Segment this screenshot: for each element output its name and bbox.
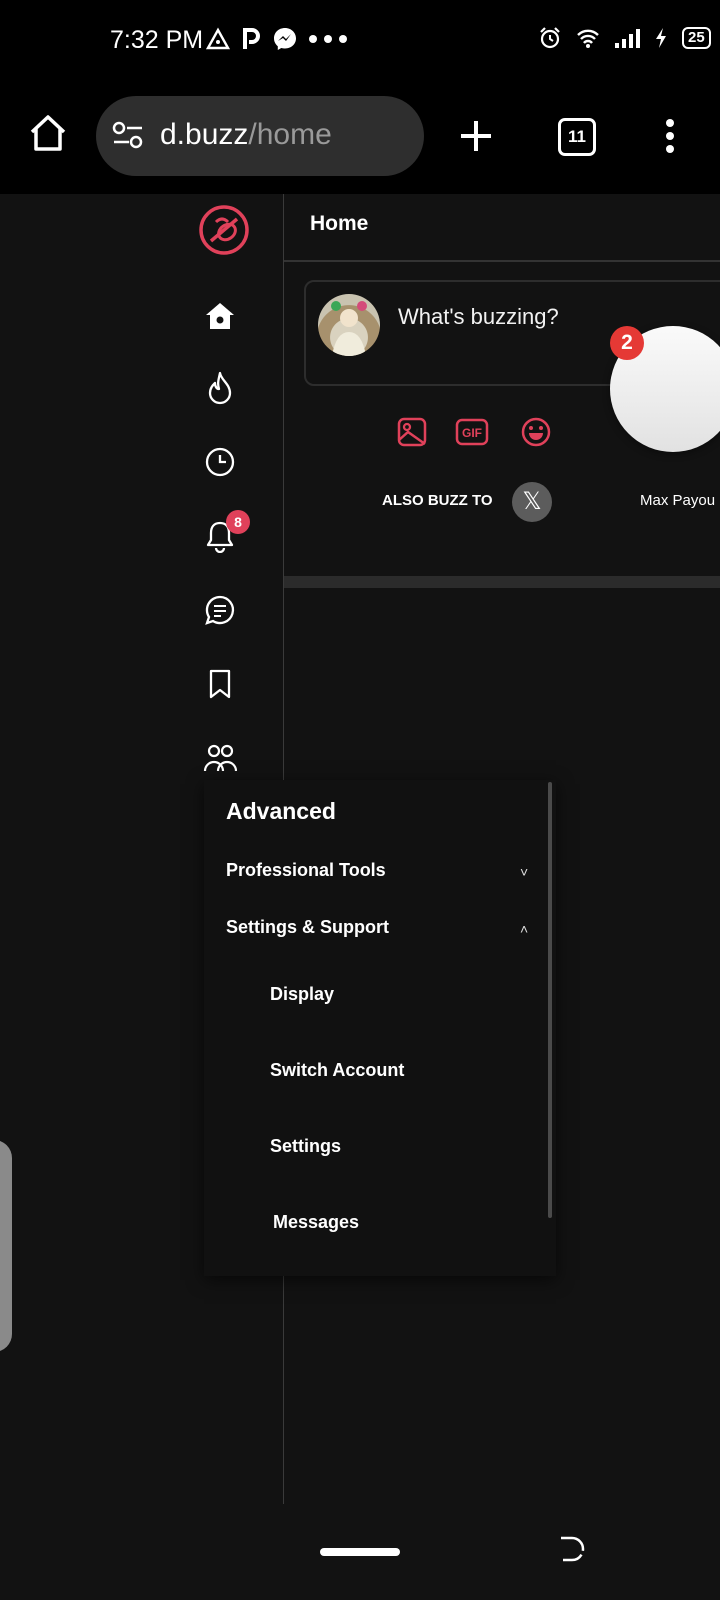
- kebab-menu-icon: [666, 119, 674, 153]
- image-icon: [397, 417, 427, 447]
- browser-menu-button[interactable]: [664, 118, 676, 159]
- menu-section-label: Settings & Support: [226, 917, 389, 937]
- sidebar-home[interactable]: [196, 292, 244, 340]
- triangle-app-icon: [206, 27, 230, 50]
- add-emoji-button[interactable]: [518, 414, 554, 450]
- users-icon: [203, 744, 237, 772]
- bookmark-icon: [209, 669, 231, 699]
- back-gesture-button[interactable]: [558, 1534, 588, 1569]
- messenger-icon: [274, 28, 296, 50]
- menu-settings-support[interactable]: Settings & Support: [226, 917, 389, 938]
- menu-item-display[interactable]: Display: [270, 984, 334, 1005]
- dbuzz-logo[interactable]: [198, 204, 250, 261]
- edge-panel-handle[interactable]: [0, 1140, 12, 1352]
- advanced-menu-panel: [204, 780, 556, 1276]
- page-title: Home: [310, 212, 369, 235]
- user-avatar[interactable]: [318, 294, 380, 356]
- x-crosspost-toggle[interactable]: 𝕏: [512, 482, 552, 522]
- plus-icon: [461, 121, 491, 151]
- menu-item-switch-account[interactable]: Switch Account: [270, 1060, 404, 1081]
- new-tab-button[interactable]: [458, 118, 494, 159]
- menu-item-messages[interactable]: Messages: [273, 1212, 359, 1233]
- add-gif-button[interactable]: GIF: [454, 414, 490, 450]
- avatar-photo: [331, 301, 367, 356]
- url-domain: d.buzz: [160, 118, 249, 151]
- sidebar-bookmarks[interactable]: [196, 660, 244, 708]
- gif-label: GIF: [462, 426, 482, 440]
- back-icon: [561, 1536, 585, 1562]
- header-divider: [284, 260, 720, 262]
- advanced-menu-scrollbar[interactable]: [548, 782, 552, 1218]
- home-icon: [206, 303, 234, 329]
- site-settings-icon[interactable]: [112, 120, 144, 155]
- compose-input[interactable]: What's buzzing?: [398, 304, 559, 330]
- emoji-icon: [521, 417, 551, 447]
- parking-app-icon: [243, 28, 260, 49]
- sidebar-latest[interactable]: [196, 438, 244, 486]
- chevron-up-icon[interactable]: ˄: [520, 921, 528, 937]
- chevron-down-icon[interactable]: ˅: [520, 864, 528, 880]
- gif-icon: GIF: [455, 418, 489, 446]
- home-outline-icon: [30, 115, 66, 151]
- alarm-icon: [540, 27, 560, 49]
- wifi-icon: [577, 29, 599, 48]
- url-text[interactable]: d.buzz/home: [160, 118, 332, 152]
- floating-widget-badge: 2: [610, 326, 644, 360]
- notifications-badge: 8: [226, 510, 250, 534]
- max-payout-label[interactable]: Max Payou: [640, 492, 715, 509]
- add-image-button[interactable]: [394, 414, 430, 450]
- browser-home-button[interactable]: [28, 112, 68, 156]
- feed-separator: [284, 576, 720, 588]
- status-time: 7:32 PM: [110, 26, 204, 54]
- also-buzz-to-label: ALSO BUZZ TO: [382, 492, 493, 509]
- status-system-icons: 25: [538, 26, 711, 50]
- menu-professional-tools[interactable]: Professional Tools: [226, 860, 386, 881]
- chat-bubble-icon: [205, 595, 235, 625]
- dbuzz-logo-icon: [199, 205, 249, 255]
- charging-icon: [656, 28, 666, 48]
- signal-icon: [615, 29, 640, 48]
- advanced-menu-title: Advanced: [226, 798, 336, 824]
- more-notifications-icon: [309, 35, 347, 43]
- menu-item-settings[interactable]: Settings: [270, 1136, 341, 1157]
- battery-level: 25: [682, 27, 711, 49]
- clock-icon: [205, 447, 235, 477]
- status-notification-icons: [206, 26, 348, 52]
- tab-switcher-button[interactable]: 11: [558, 118, 596, 156]
- sidebar-communities[interactable]: [196, 734, 244, 782]
- gesture-nav-pill[interactable]: [320, 1548, 400, 1556]
- flame-icon: [208, 371, 232, 405]
- sidebar-messages[interactable]: [196, 586, 244, 634]
- menu-section-label: Professional Tools: [226, 860, 386, 880]
- url-path: /home: [248, 118, 332, 151]
- sidebar-trending[interactable]: [196, 364, 244, 412]
